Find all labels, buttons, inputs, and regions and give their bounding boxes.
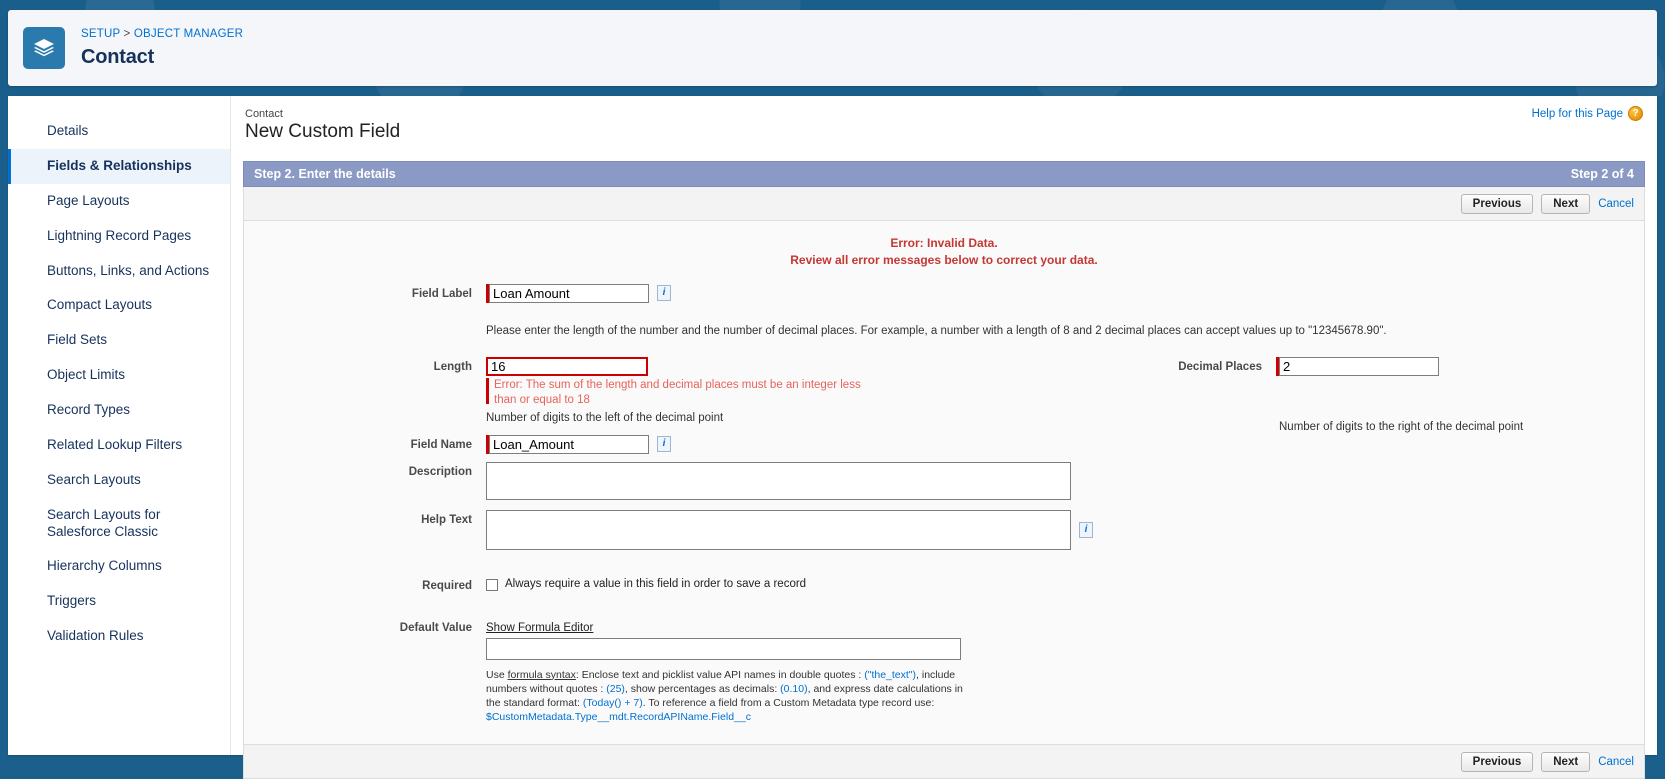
sidebar-item-object-limits[interactable]: Object Limits xyxy=(8,358,230,393)
help-text-textarea[interactable] xyxy=(486,509,1071,550)
breadcrumb-separator: > xyxy=(123,28,131,41)
help-for-this-page-link[interactable]: Help for this Page ? xyxy=(1532,106,1643,121)
previous-button-top[interactable]: Previous xyxy=(1460,193,1534,214)
length-error-bar xyxy=(486,377,489,404)
sidebar-item-buttons-links-actions[interactable]: Buttons, Links, and Actions xyxy=(8,254,230,289)
next-button-bottom[interactable]: Next xyxy=(1541,751,1591,772)
syntax-code1: ("the_text") xyxy=(864,668,917,681)
default-value-label: Default Value xyxy=(399,621,472,634)
context-object-label: Contact xyxy=(245,108,283,120)
decimal-places-label: Decimal Places xyxy=(1178,360,1262,373)
sidebar-item-page-layouts[interactable]: Page Layouts xyxy=(8,184,230,219)
breadcrumb: SETUP > OBJECT MANAGER xyxy=(81,29,243,41)
sidebar-item-record-types[interactable]: Record Types xyxy=(8,393,230,428)
default-value-textarea[interactable] xyxy=(486,637,961,660)
cancel-link-bottom[interactable]: Cancel xyxy=(1598,756,1634,768)
description-label: Description xyxy=(408,465,472,478)
sidebar-item-triggers[interactable]: Triggers xyxy=(8,584,230,619)
sidebar-item-lightning-record-pages[interactable]: Lightning Record Pages xyxy=(8,219,230,254)
next-button-top[interactable]: Next xyxy=(1541,193,1591,214)
sidebar-item-compact-layouts[interactable]: Compact Layouts xyxy=(8,288,230,323)
field-name-label: Field Name xyxy=(410,438,472,451)
sidebar-item-search-layouts[interactable]: Search Layouts xyxy=(8,463,230,498)
syntax-code4: (Today() + 7) xyxy=(582,697,643,710)
length-label: Length xyxy=(433,360,472,373)
cancel-link-top[interactable]: Cancel xyxy=(1598,198,1634,210)
sidebar-item-hierarchy-columns[interactable]: Hierarchy Columns xyxy=(8,549,230,584)
sidebar-item-details[interactable]: Details xyxy=(8,114,230,149)
custom-field-form: Error: Invalid Data. Review all error me… xyxy=(243,221,1645,746)
error-banner: Error: Invalid Data. Review all error me… xyxy=(244,235,1644,270)
help-question-icon[interactable]: ? xyxy=(1628,106,1643,121)
required-label: Required xyxy=(422,579,472,592)
object-header-card: SETUP > OBJECT MANAGER Contact xyxy=(8,10,1657,86)
syntax-code3: (0.10) xyxy=(780,682,808,695)
breadcrumb-object-manager-link[interactable]: OBJECT MANAGER xyxy=(134,28,243,41)
length-instruction-text: Please enter the length of the number an… xyxy=(486,324,1387,337)
help-link-label: Help for this Page xyxy=(1531,107,1623,120)
sidebar-item-fields-and-relationships[interactable]: Fields & Relationships xyxy=(8,148,230,184)
syntax-prefix: Use xyxy=(486,668,508,681)
length-input[interactable] xyxy=(486,356,648,376)
decimal-places-note: Number of digits to the right of the dec… xyxy=(1279,420,1524,433)
top-button-row: Previous Next Cancel xyxy=(243,187,1645,221)
help-text-label: Help Text xyxy=(421,513,472,526)
sidebar-item-field-sets[interactable]: Field Sets xyxy=(8,323,230,358)
object-manager-sidebar: Details Fields & Relationships Page Layo… xyxy=(8,96,231,755)
bottom-button-row: Previous Next Cancel xyxy=(243,745,1645,779)
formula-syntax-link[interactable]: formula syntax xyxy=(508,669,576,681)
sidebar-item-validation-rules[interactable]: Validation Rules xyxy=(8,619,230,654)
field-label-label: Field Label xyxy=(411,287,472,300)
length-instruction-spacer xyxy=(244,325,486,329)
breadcrumb-setup-link[interactable]: SETUP xyxy=(81,28,120,41)
length-error-text: Error: The sum of the length and decimal… xyxy=(494,378,861,406)
step-title: Step 2. Enter the details xyxy=(254,167,396,181)
length-note: Number of digits to the left of the deci… xyxy=(486,411,724,424)
sidebar-item-related-lookup-filters[interactable]: Related Lookup Filters xyxy=(8,428,230,463)
formula-syntax-help: Use formula syntax: Enclose text and pic… xyxy=(486,668,966,725)
object-title: Contact xyxy=(81,45,155,68)
layers-icon xyxy=(23,27,65,69)
required-checkbox-label: Always require a value in this field in … xyxy=(505,577,807,590)
field-name-input[interactable] xyxy=(489,434,649,454)
field-name-info-icon[interactable]: i xyxy=(657,435,671,452)
error-banner-line1: Error: Invalid Data. xyxy=(890,236,998,250)
required-checkbox[interactable] xyxy=(486,578,498,591)
syntax-part3: , show percentages as decimals: xyxy=(624,682,781,695)
step-progress: Step 2 of 4 xyxy=(1570,167,1634,181)
previous-button-bottom[interactable]: Previous xyxy=(1460,751,1534,772)
show-formula-editor-link[interactable]: Show Formula Editor xyxy=(486,622,593,634)
sidebar-item-search-layouts-classic[interactable]: Search Layouts for Salesforce Classic xyxy=(8,498,230,550)
help-text-info-icon[interactable]: i xyxy=(1079,521,1093,538)
error-banner-line2: Review all error messages below to corre… xyxy=(790,253,1098,268)
syntax-code2: (25) xyxy=(606,682,625,695)
field-label-input[interactable] xyxy=(489,283,649,303)
step-banner: Step 2. Enter the details Step 2 of 4 xyxy=(243,161,1645,187)
field-label-info-icon[interactable]: i xyxy=(657,284,671,301)
syntax-part5: . To reference a field from a Custom Met… xyxy=(642,697,935,710)
syntax-part1: : Enclose text and picklist value API na… xyxy=(575,668,865,681)
syntax-code5: $CustomMetadata.Type__mdt.RecordAPIName.… xyxy=(486,711,751,724)
description-textarea[interactable] xyxy=(486,461,1071,500)
decimal-places-input[interactable] xyxy=(1279,356,1439,376)
page-title: New Custom Field xyxy=(245,121,401,142)
